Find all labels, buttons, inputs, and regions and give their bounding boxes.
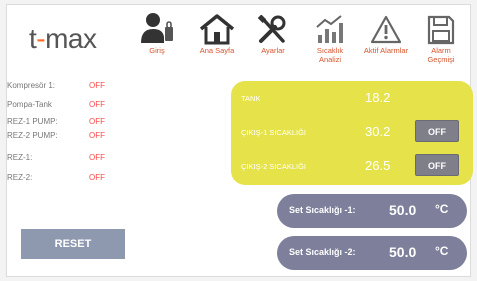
outlet2-off-button[interactable]: OFF — [415, 154, 459, 176]
outlet2-value: 26.5 — [365, 158, 391, 173]
outlet1-off-button[interactable]: OFF — [415, 120, 459, 142]
tank-value: 18.2 — [365, 90, 391, 105]
status-value: OFF — [89, 81, 105, 90]
status-row-rez2-pump: REZ-2 PUMP: OFF — [7, 131, 127, 140]
setpoint2-pill[interactable]: Set Sıcaklığı -2: 50.0 °C — [277, 236, 467, 270]
toolbar-home[interactable]: Ana Sayfa — [193, 7, 241, 55]
status-row-pump-tank: Pompa-Tank OFF — [7, 100, 127, 109]
logo-text-max: max — [45, 23, 97, 54]
setpoint2-value: 50.0 — [389, 244, 417, 260]
chart-icon — [316, 15, 343, 43]
status-row-rez2: REZ-2: OFF — [7, 173, 127, 182]
toolbar-active-alarms[interactable]: Aktif Alarmlar — [363, 7, 409, 55]
temperature-panel: TANK 18.2 ÇIKIŞ-1 SICAKLIĞI 30.2 OFF ÇIK… — [231, 81, 473, 185]
setpoint1-label: Set Sıcaklığı -1: — [289, 205, 356, 215]
setpoint1-unit: °C — [435, 202, 449, 216]
toolbar-active-alarms-label: Aktif Alarmlar — [363, 46, 409, 55]
setpoint1-pill[interactable]: Set Sıcaklığı -1: 50.0 °C — [277, 194, 467, 228]
reset-button[interactable]: RESET — [21, 229, 125, 259]
toolbar-login[interactable]: Giriş — [133, 7, 181, 55]
login-icon — [141, 13, 173, 43]
save-icon — [427, 15, 455, 45]
toolbar-settings-label: Ayarlar — [261, 46, 285, 55]
toolbar-alarm-history[interactable]: Alarm Geçmişi — [417, 7, 465, 64]
tmax-logo: t-max — [29, 23, 97, 55]
toolbar-alarm-history-label: Alarm Geçmişi — [427, 46, 455, 64]
toolbar-login-label: Giriş — [149, 46, 165, 55]
status-row-rez1-pump: REZ-1 PUMP: OFF — [7, 117, 127, 126]
home-icon — [199, 14, 235, 45]
setpoint2-label: Set Sıcaklığı -2: — [289, 247, 356, 257]
warning-icon — [371, 15, 401, 44]
toolbar-temp-analysis[interactable]: Sıcaklık Analizi — [307, 7, 353, 64]
status-row-compressor1: Kompresör 1: OFF — [7, 81, 127, 90]
outlet2-label: ÇIKIŞ-2 SICAKLIĞI — [241, 162, 307, 171]
settings-tools-icon — [257, 15, 286, 43]
status-value: OFF — [89, 153, 105, 162]
status-value: OFF — [89, 100, 105, 109]
setpoint1-value: 50.0 — [389, 202, 417, 218]
status-label: Pompa-Tank — [7, 100, 52, 109]
status-label: REZ-2 PUMP: — [7, 131, 58, 140]
toolbar-settings[interactable]: Ayarlar — [251, 7, 295, 55]
toolbar-home-label: Ana Sayfa — [199, 46, 235, 55]
status-label: Kompresör 1: — [7, 81, 56, 90]
setpoint2-unit: °C — [435, 244, 449, 258]
status-label: REZ-1 PUMP: — [7, 117, 58, 126]
outlet1-value: 30.2 — [365, 124, 391, 139]
toolbar-temp-analysis-label: Sıcaklık Analizi — [316, 46, 344, 64]
status-value: OFF — [89, 117, 105, 126]
outlet1-label: ÇIKIŞ-1 SICAKLIĞI — [241, 128, 307, 137]
status-row-rez1: REZ-1: OFF — [7, 153, 127, 162]
status-label: REZ-1: — [7, 153, 33, 162]
logo-dash: - — [36, 23, 46, 54]
toolbar: Giriş Ana Sayfa Ayarlar Sıcaklık Analizi… — [133, 7, 473, 73]
status-label: REZ-2: — [7, 173, 33, 182]
status-value: OFF — [89, 173, 105, 182]
status-value: OFF — [89, 131, 105, 140]
tank-label: TANK — [241, 94, 261, 103]
hmi-screen: t-max Giriş Ana Sayfa Ayarlar Sıcaklık A… — [6, 4, 473, 277]
